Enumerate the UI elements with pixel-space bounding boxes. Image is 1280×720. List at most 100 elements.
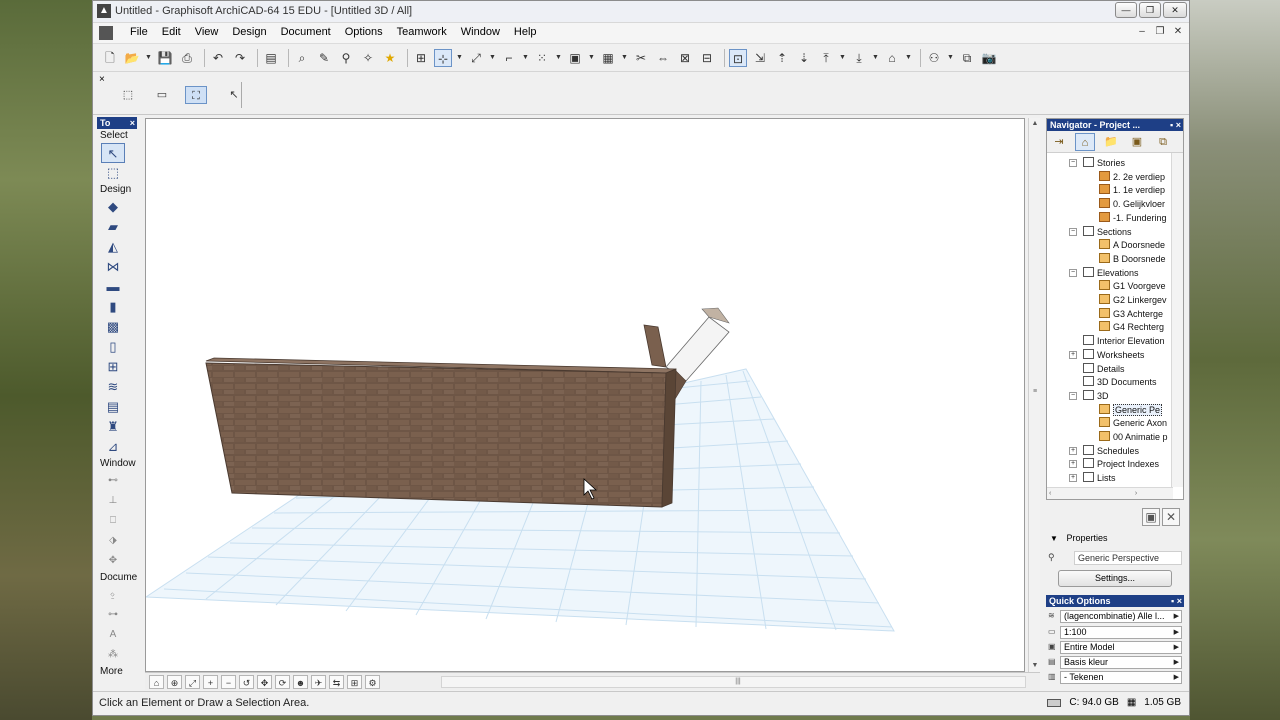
group-dropdown-arrow-icon[interactable]: ▼ bbox=[588, 49, 596, 67]
tree-item[interactable]: G4 Rechterg bbox=[1099, 321, 1173, 334]
pan-icon[interactable]: ✥ bbox=[257, 675, 272, 689]
new-file-icon[interactable]: 🗋 bbox=[101, 49, 119, 67]
group-icon[interactable]: ▣ bbox=[566, 49, 584, 67]
eyedropper-icon[interactable]: ✎ bbox=[315, 49, 333, 67]
constraint-icon[interactable]: ⤢ bbox=[467, 49, 485, 67]
navigator-close-icon[interactable]: ▪ × bbox=[1170, 119, 1181, 131]
roof-dropdown-arrow-icon[interactable]: ▼ bbox=[905, 49, 913, 67]
doc-restore-button[interactable]: ❐ bbox=[1153, 25, 1167, 39]
new-view-icon[interactable]: ▣ bbox=[1142, 508, 1160, 526]
teamwork-icon[interactable]: ⚇ bbox=[925, 49, 943, 67]
3d-window-icon[interactable]: ⊡ bbox=[729, 48, 747, 67]
menu-view[interactable]: View bbox=[188, 26, 226, 38]
properties-header[interactable]: ▼ Properties bbox=[1050, 533, 1107, 543]
info-box-close-icon[interactable]: × bbox=[99, 74, 105, 85]
layout-book-icon[interactable]: ▣ bbox=[1127, 133, 1147, 151]
tree-item[interactable]: G1 Voorgeve bbox=[1099, 280, 1173, 293]
elevation-marker-icon[interactable]: ⇲ bbox=[751, 49, 769, 67]
view-map-icon[interactable]: 📁 bbox=[1101, 133, 1121, 151]
view-home-icon[interactable]: ⌂ bbox=[149, 675, 164, 689]
curtain-wall-tool-icon[interactable]: ▤ bbox=[101, 397, 125, 417]
zoom-in-icon[interactable]: + bbox=[203, 675, 218, 689]
tree-item[interactable]: -1. Fundering bbox=[1099, 211, 1173, 225]
publisher-sets-icon[interactable]: ⧉ bbox=[1153, 133, 1173, 151]
marquee-3d-icon[interactable]: ⛶ bbox=[185, 86, 207, 104]
save-icon[interactable]: 💾 bbox=[156, 49, 174, 67]
find-select-icon[interactable]: ⌕ bbox=[293, 49, 311, 67]
move-down-icon[interactable]: ⇣ bbox=[795, 49, 813, 67]
open-dropdown-arrow-icon[interactable]: ▼ bbox=[145, 49, 153, 67]
model-view-select[interactable]: - Tekenen ▶ bbox=[1060, 671, 1182, 684]
snap-guides-icon[interactable]: ⊹ bbox=[434, 48, 452, 67]
menu-design[interactable]: Design bbox=[225, 26, 273, 38]
marquee-tool-icon[interactable]: ⬚ bbox=[101, 163, 125, 183]
scale-select[interactable]: 1:100 ▶ bbox=[1060, 626, 1182, 639]
tree-item[interactable]: 1. 1e verdiep bbox=[1099, 184, 1173, 197]
walk-icon[interactable]: ✈ bbox=[311, 675, 326, 689]
fly-icon[interactable]: ⇆ bbox=[329, 675, 344, 689]
tree-item[interactable]: + Worksheets bbox=[1069, 348, 1173, 362]
column-tool-icon[interactable]: ▮ bbox=[101, 297, 125, 317]
pen-set-select[interactable]: Basis kleur ▶ bbox=[1060, 656, 1182, 669]
marquee-icon[interactable]: ▭ bbox=[151, 86, 173, 104]
teamwork-dropdown-arrow-icon[interactable]: ▼ bbox=[947, 49, 955, 67]
magic-wand-icon[interactable]: ✧ bbox=[359, 49, 377, 67]
tree-item[interactable]: B Doorsnede bbox=[1099, 252, 1173, 266]
label-tool-icon[interactable]: ⁂ bbox=[101, 645, 125, 665]
tree-item[interactable]: Generic Axon bbox=[1099, 417, 1173, 430]
tree-item[interactable]: G3 Achterge bbox=[1099, 307, 1173, 321]
slab-tool-icon[interactable]: ▰ bbox=[101, 217, 125, 237]
zone-tool-icon[interactable]: ⊿ bbox=[101, 437, 125, 457]
toolbox-section-more[interactable]: More bbox=[97, 665, 137, 679]
menu-options[interactable]: Options bbox=[338, 26, 390, 38]
document-window-icon[interactable] bbox=[99, 26, 113, 40]
minimize-button[interactable]: — bbox=[1115, 2, 1137, 18]
tree-item[interactable]: 2. 2e verdiep bbox=[1099, 170, 1173, 184]
expand-icon[interactable]: + bbox=[1069, 446, 1077, 455]
menu-edit[interactable]: Edit bbox=[155, 26, 188, 38]
explore-icon[interactable]: ☻ bbox=[293, 675, 308, 689]
tree-item[interactable]: G2 Linkergev bbox=[1099, 294, 1173, 307]
doc-minimize-button[interactable]: – bbox=[1135, 25, 1149, 39]
tree-item[interactable]: Generic Pe bbox=[1099, 403, 1173, 417]
beam-tool-icon[interactable]: ▬ bbox=[101, 277, 125, 297]
publish-icon[interactable]: ⧉ bbox=[958, 49, 976, 67]
shell-tool-icon[interactable]: ⋈ bbox=[101, 257, 125, 277]
zoom-out-icon[interactable]: − bbox=[221, 675, 236, 689]
text-tool-icon[interactable]: A bbox=[101, 625, 125, 645]
scroll-up-icon[interactable]: ▲ bbox=[1029, 118, 1041, 130]
trim-icon[interactable]: ✂ bbox=[632, 49, 650, 67]
roof-icon[interactable]: ⌂ bbox=[883, 49, 901, 67]
arrow-tool-icon[interactable]: ↖ bbox=[101, 143, 125, 163]
camera-icon[interactable]: 📷 bbox=[980, 49, 998, 67]
view-settings-icon[interactable]: ⚙ bbox=[365, 675, 380, 689]
zoom-window-icon[interactable]: ⊕ bbox=[167, 675, 182, 689]
fill-pattern-icon[interactable]: ▦ bbox=[599, 49, 617, 67]
story-up-icon[interactable]: ⤒ bbox=[817, 49, 835, 67]
zoom-previous-icon[interactable]: ↺ bbox=[239, 675, 254, 689]
expand-icon[interactable]: + bbox=[1069, 350, 1077, 359]
gravity-icon[interactable]: ⁙ bbox=[533, 49, 551, 67]
close-button[interactable]: ✕ bbox=[1163, 2, 1187, 18]
wall-end-tool-icon[interactable]: ⎕ bbox=[101, 511, 125, 531]
selection-method-icon[interactable]: ⬚ bbox=[117, 86, 139, 104]
level-marker-tool-icon[interactable]: ⍚ bbox=[101, 585, 125, 605]
tree-item[interactable]: − Stories bbox=[1069, 157, 1173, 170]
fit-in-window-icon[interactable]: ⤢ bbox=[185, 675, 200, 689]
menu-teamwork[interactable]: Teamwork bbox=[390, 26, 454, 38]
open-file-icon[interactable]: 📂 bbox=[123, 49, 141, 67]
dimension-tool-icon[interactable]: ⊷ bbox=[101, 471, 125, 491]
menu-window[interactable]: Window bbox=[454, 26, 507, 38]
navigator-menu-icon[interactable]: ⇥ bbox=[1049, 133, 1069, 151]
object-tool-icon[interactable]: ♜ bbox=[101, 417, 125, 437]
tree-item[interactable]: + Lists bbox=[1069, 472, 1173, 485]
story-down-dropdown-arrow-icon[interactable]: ▼ bbox=[872, 49, 880, 67]
structure-display-select[interactable]: Entire Model ▶ bbox=[1060, 641, 1182, 654]
layer-combination-select[interactable]: (lagencombinatie) Alle l... ▶ bbox=[1060, 610, 1182, 623]
split-icon[interactable]: ⊠ bbox=[676, 49, 694, 67]
expand-icon[interactable]: + bbox=[1069, 460, 1077, 469]
quick-options-close-icon[interactable]: ▪ × bbox=[1171, 595, 1182, 607]
print-icon[interactable]: ⎙ bbox=[178, 49, 196, 67]
scroll-thumb[interactable]: ≡ bbox=[1030, 388, 1040, 402]
menu-file[interactable]: File bbox=[123, 26, 155, 38]
